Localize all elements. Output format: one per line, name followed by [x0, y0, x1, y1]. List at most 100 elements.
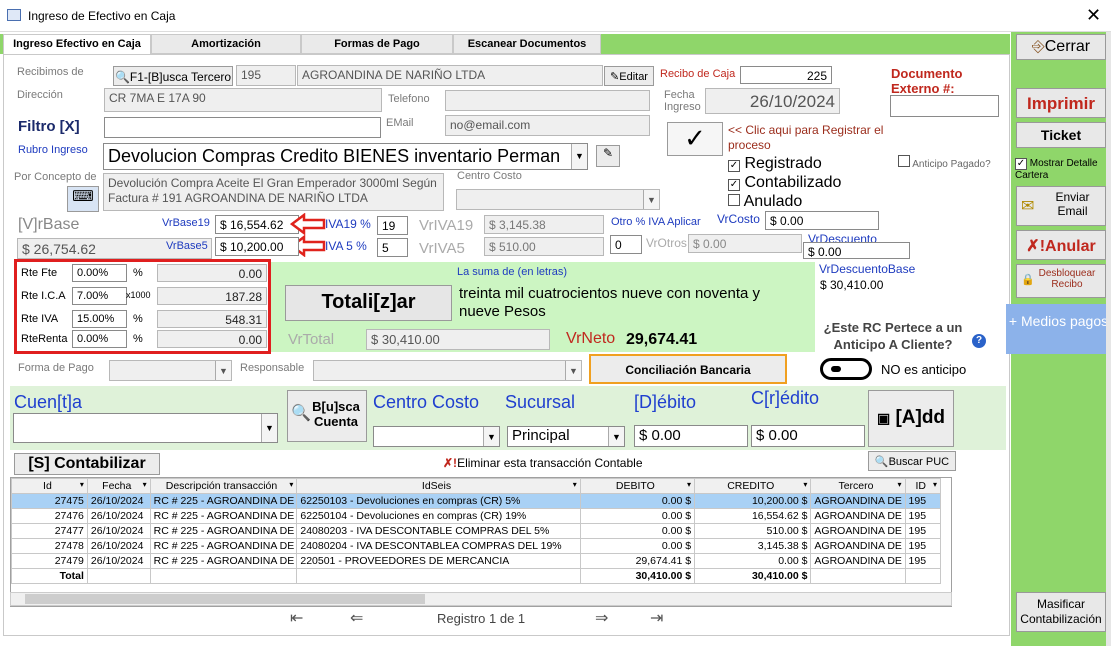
anticipo-pagado-check[interactable]: Anticipo Pagado? — [898, 155, 991, 170]
vrbase5-input[interactable]: $ 10,200.00 — [215, 237, 299, 256]
vrbase19-input[interactable]: $ 16,554.62 — [215, 215, 299, 234]
save-icon: ▣ — [876, 410, 891, 426]
grid-header-cell[interactable]: CREDITO ▾ — [694, 478, 812, 494]
centro-costo-select[interactable]: ▼ — [456, 189, 660, 210]
vriva19-field: $ 3,145.38 — [484, 215, 604, 234]
chevron-down-icon[interactable]: ▼ — [608, 427, 624, 446]
contabilizar-button[interactable]: [S] Contabilizar — [14, 453, 160, 475]
grid-header-cell[interactable]: ID ▾ — [904, 478, 942, 494]
contabilizado-check[interactable]: ✓ Contabilizado — [728, 174, 841, 192]
anticipo-toggle[interactable] — [820, 358, 872, 380]
last-record-icon[interactable]: ⇥ — [650, 608, 663, 628]
tab-formas-pago[interactable]: Formas de Pago — [301, 34, 453, 54]
editar-button[interactable]: ✎Editar — [604, 66, 654, 86]
grid-header-cell[interactable]: Fecha ▾ — [86, 478, 151, 494]
filtro-input[interactable] — [104, 117, 381, 138]
close-icon[interactable]: ✕ — [1086, 5, 1101, 26]
anulado-check[interactable]: Anulado — [728, 193, 802, 211]
grid-cell: 26/10/2024 — [86, 523, 151, 539]
tab-amortizacion[interactable]: Amortización — [151, 34, 301, 54]
rubro-edit-button[interactable]: ✎ — [596, 145, 620, 167]
tab-escanear[interactable]: Escanear Documentos — [453, 34, 601, 54]
cerrar-button[interactable]: ⎆Cerrar — [1016, 34, 1106, 60]
iva5-input[interactable]: 5 — [377, 238, 408, 257]
chevron-down-icon[interactable]: ▼ — [483, 427, 499, 446]
retencion-pct-input[interactable]: 0.00% — [72, 264, 127, 282]
rubro-select[interactable]: Devolucion Compras Credito BIENES invent… — [103, 143, 588, 170]
iva5-label: IVA 5 % — [325, 239, 367, 253]
grid-header-cell[interactable]: Descripción transacción ▾ — [149, 478, 298, 494]
prev-record-icon[interactable]: ⇐ — [350, 608, 363, 628]
chevron-down-icon[interactable]: ▼ — [215, 361, 231, 380]
dropdown-arrow-icon[interactable]: ▾ — [898, 480, 902, 489]
retencion-value: 548.31 — [157, 310, 267, 328]
otro-input[interactable]: 0 — [610, 235, 642, 254]
keyboard-icon[interactable]: ⌨ — [67, 186, 99, 212]
buscar-puc-button[interactable]: 🔍Buscar PUC — [868, 451, 956, 471]
conciliacion-button[interactable]: Conciliación Bancaria — [589, 354, 787, 384]
credito-input[interactable]: $ 0.00 — [751, 425, 865, 447]
retencion-pct-input[interactable]: 7.00% — [72, 287, 127, 305]
table-row[interactable]: 27475 26/10/2024 RC # 225 - AGROANDINA DE 6… — [11, 493, 942, 509]
grid-header-cell[interactable]: Tercero ▾ — [810, 478, 906, 494]
dropdown-arrow-icon[interactable]: ▾ — [933, 480, 937, 489]
grid-header-cell[interactable]: IdSeis ▾ — [296, 478, 581, 494]
vrcosto-input[interactable]: $ 0.00 — [765, 211, 879, 230]
grid-cell: 220501 - PROVEEDORES DE MERCANCIA — [296, 553, 581, 569]
registrar-button[interactable]: ✓ — [667, 122, 723, 156]
dropdown-arrow-icon[interactable]: ▾ — [803, 480, 807, 489]
grid-hscrollbar[interactable] — [10, 592, 952, 606]
add-button[interactable]: ▣ [A]dd — [868, 390, 954, 447]
table-row[interactable]: 27476 26/10/2024 RC # 225 - AGROANDINA DE 6… — [11, 508, 942, 524]
retencion-pct-input[interactable]: 15.00% — [72, 310, 127, 328]
pencil-icon: ✎ — [610, 71, 620, 83]
table-row[interactable]: 27478 26/10/2024 RC # 225 - AGROANDINA DE 2… — [11, 538, 942, 554]
help-icon[interactable]: ? — [972, 334, 986, 348]
scroll-thumb[interactable] — [25, 594, 425, 604]
recibo-field[interactable]: 225 — [740, 66, 832, 84]
retencion-pct-input[interactable]: 0.00% — [72, 330, 127, 348]
responsable-select[interactable]: ▼ — [313, 360, 582, 381]
forma-pago-select[interactable]: ▼ — [109, 360, 232, 381]
next-record-icon[interactable]: ⇒ — [595, 608, 608, 628]
grid-header-cell[interactable]: Id ▾ — [11, 478, 88, 494]
tab-ingreso[interactable]: Ingreso Efectivo en Caja — [3, 34, 151, 54]
dropdown-arrow-icon[interactable]: ▾ — [80, 480, 84, 489]
chevron-down-icon[interactable]: ▼ — [571, 144, 587, 169]
cuenta-select[interactable]: ▼ — [13, 413, 278, 443]
transactions-grid[interactable]: Id ▾ Fecha ▾ Descripción transacción ▾ IdSe… — [10, 477, 952, 607]
busca-tercero-button[interactable]: 🔍F1-[B]usca Tercero — [113, 66, 233, 86]
sucursal-select[interactable]: Principal ▼ — [507, 426, 625, 447]
totalizar-button[interactable]: Totali[z]ar — [285, 285, 452, 321]
centro-costo-entry-select[interactable]: ▼ — [373, 426, 500, 447]
dropdown-arrow-icon[interactable]: ▾ — [687, 480, 691, 489]
desbloquear-button[interactable]: 🔒 Desbloquear Recibo — [1016, 264, 1106, 298]
imprimir-button[interactable]: Imprimir — [1016, 88, 1106, 118]
anular-button[interactable]: ✗!Anular — [1016, 230, 1106, 260]
ticket-button[interactable]: Ticket — [1016, 122, 1106, 148]
table-row[interactable]: 27477 26/10/2024 RC # 225 - AGROANDINA DE 2… — [11, 523, 942, 539]
grid-cell: 26/10/2024 — [86, 538, 151, 554]
medios-pagos-button[interactable]: + Medios pagos — [1006, 304, 1111, 354]
debito-input[interactable]: $ 0.00 — [634, 425, 748, 447]
table-row[interactable]: 27479 26/10/2024 RC # 225 - AGROANDINA DE 2… — [11, 553, 942, 569]
mostrar-detalle-check[interactable]: ✓ Mostrar Detalle Cartera — [1015, 158, 1111, 182]
registrado-check[interactable]: ✓ Registrado — [728, 155, 822, 173]
masificar-button[interactable]: Masificar Contabilización — [1016, 592, 1106, 632]
busca-cuenta-button[interactable]: 🔍 B[u]sca Cuenta — [287, 390, 367, 442]
vrdescuento-input[interactable]: $ 0.00 — [803, 242, 910, 259]
chevron-down-icon[interactable]: ▼ — [261, 414, 277, 442]
eliminar-transaccion-button[interactable]: ✗!Eliminar esta transacción Contable — [443, 456, 643, 470]
documento-externo-label: Documento Externo #: — [891, 66, 963, 96]
dropdown-arrow-icon[interactable]: ▾ — [289, 480, 293, 489]
first-record-icon[interactable]: ⇤ — [290, 608, 303, 628]
iva19-input[interactable]: 19 — [377, 216, 408, 235]
chevron-down-icon[interactable]: ▼ — [565, 361, 581, 380]
dropdown-arrow-icon[interactable]: ▾ — [143, 480, 147, 489]
dropdown-arrow-icon[interactable]: ▾ — [573, 480, 577, 489]
documento-externo-field[interactable] — [890, 95, 999, 117]
debito-label: [D]ébito — [634, 392, 697, 412]
grid-header-cell[interactable]: DEBITO ▾ — [579, 478, 696, 494]
chevron-down-icon[interactable]: ▼ — [643, 190, 659, 209]
enviar-email-button[interactable]: ✉ Enviar Email — [1016, 186, 1106, 226]
